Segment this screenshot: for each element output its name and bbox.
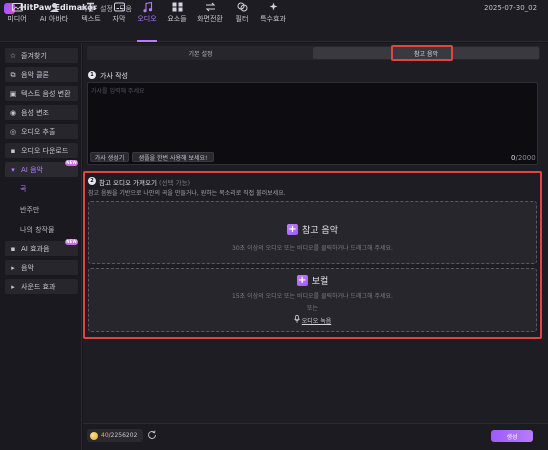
lyrics-section-title: 가사 작성: [100, 72, 128, 80]
tool-transition[interactable]: 화면전환: [195, 0, 225, 25]
audio-icon: [141, 1, 153, 13]
new-badge: NEW: [65, 239, 78, 245]
reference-music-hint: 30초 이상의 오디오 또는 비디오를 클릭하거나 드래그해 주세요.: [232, 245, 393, 252]
vocal-dropzone[interactable]: + 보컬 15초 이상의 오디오 또는 비디오를 클릭하거나 드래그해 주세요.…: [88, 268, 537, 332]
sidebar-subitem-my-creations[interactable]: 나의 창작물: [20, 225, 54, 235]
reference-music-title: 참고 음악: [302, 226, 338, 236]
active-tab-indicator: [137, 40, 157, 42]
tool-media[interactable]: 미디어: [5, 0, 29, 25]
refresh-icon[interactable]: [147, 430, 157, 440]
microphone-icon: [293, 314, 300, 325]
subtitle-icon: [113, 2, 125, 13]
record-audio-link[interactable]: 오디오 녹음: [89, 314, 536, 325]
extract-icon: ◎: [9, 127, 17, 136]
tool-subtitle[interactable]: 자막: [109, 0, 129, 25]
tool-text[interactable]: 텍스트: [80, 0, 102, 25]
optional-label: (선택 가능): [159, 179, 191, 187]
tab-highlight-outline: [391, 45, 453, 61]
filter-icon: [236, 2, 248, 13]
star-icon: ☆: [9, 51, 17, 60]
transition-icon: [204, 2, 216, 13]
sidebar-item-music-clone[interactable]: ⧉ 음악 클론: [5, 67, 78, 82]
effects-icon: [267, 2, 279, 13]
caret-right-icon: ▸: [11, 282, 15, 291]
coin-icon: [90, 431, 98, 440]
credit-balance: 40/2256202: [87, 429, 143, 442]
step-number-badge: 1: [88, 71, 96, 79]
tts-icon: ▣: [9, 89, 17, 98]
project-date: 2025-07-30_02: [484, 4, 538, 12]
generate-button[interactable]: 생성: [491, 430, 533, 442]
clone-icon: ⧉: [10, 70, 16, 79]
sidebar-item-favorites[interactable]: ☆ 즐겨찾기: [5, 48, 78, 63]
reference-music-dropzone[interactable]: + 참고 음악 30초 이상의 오디오 또는 비디오를 클릭하거나 드래그해 주…: [88, 201, 537, 264]
vocal-title: 보컬: [311, 277, 329, 287]
step-number-badge: 2: [88, 177, 96, 185]
vocal-hint: 15초 이상의 오디오 또는 비디오를 클릭하거나 드래그해 주세요.: [232, 293, 393, 300]
plus-icon: +: [287, 224, 298, 235]
or-separator: 또는: [306, 305, 319, 312]
lyrics-placeholder: 가사를 입력해 주세요: [91, 88, 145, 95]
sidebar-item-tts[interactable]: ▣ 텍스트 음성 변환: [5, 86, 78, 101]
try-sample-button[interactable]: 샘플을 한번 사용해 보세요!: [132, 152, 214, 162]
tool-elements[interactable]: 요소들: [166, 0, 188, 25]
sidebar-subitem-song[interactable]: 곡: [20, 184, 26, 194]
media-icon: [11, 2, 23, 13]
lyrics-char-counter: 0/2000: [511, 154, 536, 162]
caret-right-icon: ▸: [11, 263, 15, 272]
sidebar-item-music[interactable]: ▸ 음악: [5, 260, 78, 275]
plus-icon: +: [296, 275, 308, 286]
voice-changer-icon: ◉: [9, 108, 17, 117]
sidebar-item-voice-changer[interactable]: ◉ 음성 변조: [5, 105, 78, 120]
tool-audio[interactable]: 오디오: [136, 0, 158, 25]
sidebar-subitem-instrumental[interactable]: 반주만: [20, 205, 39, 215]
reference-section-title: 참고 오디오 가져오기 (선택 가능): [99, 179, 191, 187]
sidebar-item-audio-extract[interactable]: ◎ 오디오 추출: [5, 124, 78, 139]
tool-ai-avatar[interactable]: AI 아바타: [38, 0, 70, 25]
sidebar-item-audio-download[interactable]: ▪ 오디오 다운로드: [5, 143, 78, 158]
ai-sfx-icon: ▪: [10, 244, 16, 253]
lyrics-generator-button[interactable]: 가사 생성기: [90, 152, 129, 162]
reference-description: 참고 음원을 기반으로 나만의 곡을 만들거나, 원하는 목소리로 직접 불러보…: [88, 190, 286, 197]
tab-basic-settings[interactable]: 기본 설정: [88, 47, 313, 59]
download-icon: ▪: [10, 146, 16, 155]
tool-filter[interactable]: 필터: [233, 0, 251, 25]
ai-music-icon: ▾: [11, 165, 15, 174]
new-badge: NEW: [65, 160, 78, 166]
avatar-icon: [48, 2, 60, 13]
elements-icon: [171, 2, 183, 13]
text-icon: [85, 2, 97, 13]
tool-effects[interactable]: 특수효과: [258, 0, 288, 25]
sidebar-item-sound-effects[interactable]: ▸ 사운드 효과: [5, 279, 78, 294]
